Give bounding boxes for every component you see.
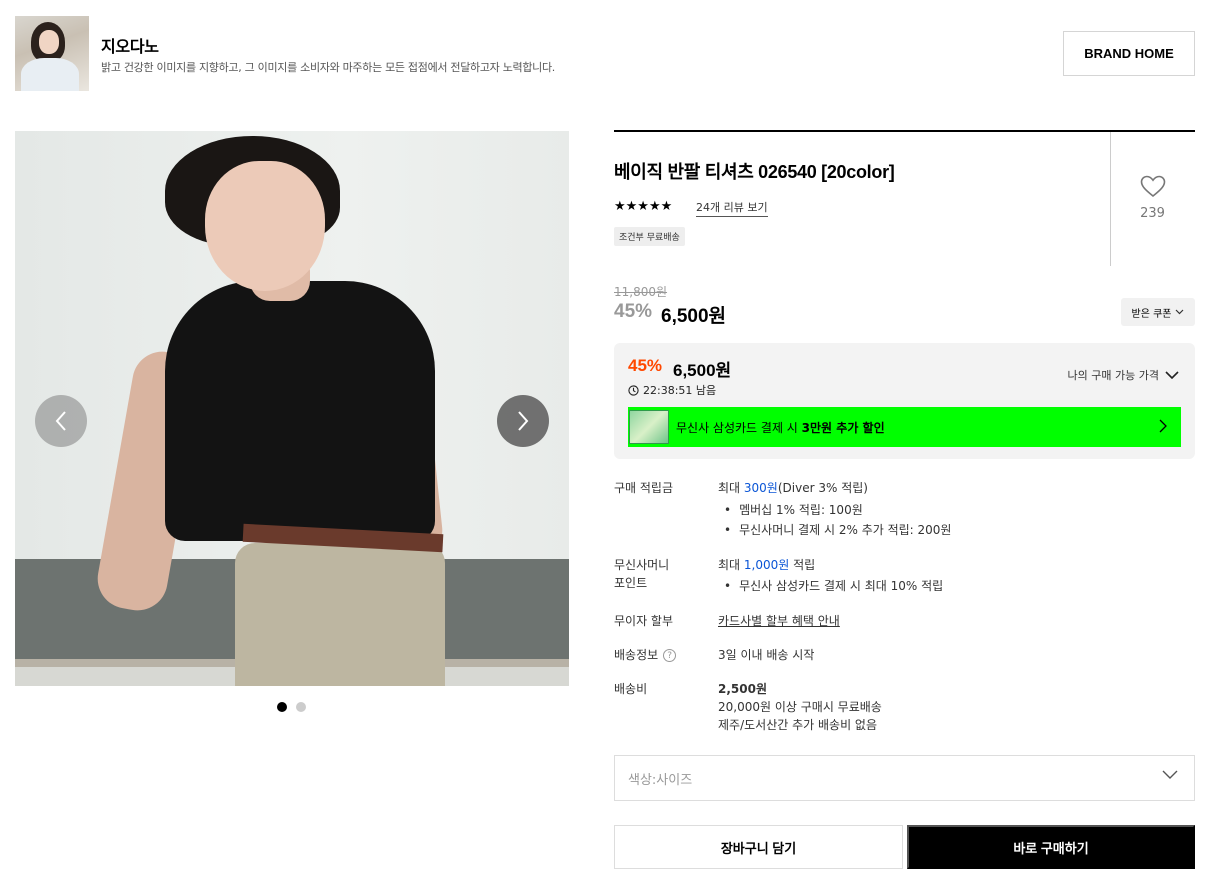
list-item: 무신사머니 결제 시 2% 추가 적립: 200원: [724, 521, 951, 539]
rating-stars: ★★★★★: [614, 199, 673, 214]
coupon-button-label: 받은 쿠폰: [1131, 308, 1172, 320]
countdown-timer: 22:38:51 남음: [628, 382, 716, 398]
product-image: [15, 131, 569, 686]
chevron-left-icon: [55, 411, 66, 431]
option-placeholder: 색상:사이즈: [628, 772, 693, 788]
brand-description: 밝고 건강한 이미지를 지향하고, 그 이미지를 소비자와 마주하는 모든 접점…: [101, 61, 555, 74]
help-icon[interactable]: ?: [663, 649, 677, 662]
chevron-right-icon: [1159, 419, 1167, 433]
chevron-right-icon: [518, 411, 529, 431]
clock-icon: [628, 384, 639, 396]
chevron-down-icon: [1176, 309, 1184, 315]
gallery-pagination: [277, 702, 306, 712]
card-promo-text: 무신사 삼성카드 결제 시 3만원 추가 할인: [676, 420, 885, 435]
installment-label: 무이자 할부: [614, 614, 674, 628]
delivery-value: 3일 이내 배송 시작: [718, 648, 815, 662]
delivery-label: 배송정보?: [614, 646, 677, 664]
prev-image-button[interactable]: [35, 395, 87, 447]
list-item: 무신사 삼성카드 결제 시 최대 10% 적립: [724, 577, 943, 595]
card-promo-banner[interactable]: 무신사 삼성카드 결제 시 3만원 추가 할인: [628, 407, 1181, 447]
gallery-dot[interactable]: [277, 702, 287, 712]
list-item: 멤버십 1% 적립: 100원: [724, 501, 863, 519]
money-value: 최대 1,000원 적립: [718, 558, 816, 572]
my-price-toggle[interactable]: 나의 구매 가능 가격: [1068, 367, 1179, 383]
installment-link[interactable]: 카드사별 할부 혜택 안내: [718, 612, 840, 630]
next-image-button[interactable]: [497, 395, 549, 447]
fee-condition: 20,000원 이상 구매시 무료배송: [718, 700, 882, 714]
add-to-cart-button[interactable]: 장바구니 담기: [614, 825, 903, 869]
my-price-label: 나의 구매 가능 가격: [1067, 369, 1159, 382]
review-link[interactable]: 24개 리뷰 보기: [696, 199, 768, 217]
timer-text: 22:38:51 남음: [643, 384, 717, 397]
divider: [1110, 132, 1111, 266]
original-price: 11,800원: [614, 285, 668, 299]
price-box: 45% 6,500원 22:38:51 남음 나의 구매 가능 가격 무신사 삼…: [614, 343, 1195, 459]
chevron-down-icon: [1165, 371, 1179, 379]
like-count: 239: [1140, 206, 1165, 221]
heart-icon: [1140, 175, 1165, 198]
sale-price: 6,500원: [661, 306, 727, 327]
card-promo-thumbnail: [629, 410, 669, 444]
divider: [614, 130, 1195, 132]
price-box-price: 6,500원: [673, 361, 732, 380]
fee-amount: 2,500원: [718, 682, 767, 696]
brand-home-button[interactable]: BRAND HOME: [1063, 31, 1195, 76]
shipping-badge: 조건부 무료배송: [614, 227, 685, 246]
fee-label: 배송비: [614, 682, 648, 696]
coupon-button[interactable]: 받은 쿠폰: [1121, 298, 1195, 326]
like-button[interactable]: 239: [1130, 175, 1175, 221]
fee-note: 제주/도서산간 추가 배송비 없음: [718, 718, 878, 732]
buy-now-button[interactable]: 바로 구매하기: [907, 825, 1195, 869]
points-value: 최대 300원(Diver 3% 적립): [718, 481, 868, 495]
discount-rate: 45%: [614, 301, 653, 322]
brand-name[interactable]: 지오다노: [101, 33, 159, 57]
product-title: 베이직 반팔 티셔츠 026540 [20color]: [614, 162, 895, 182]
price-box-discount-rate: 45%: [628, 356, 663, 375]
points-label: 구매 적립금: [614, 481, 674, 495]
brand-logo[interactable]: [15, 16, 89, 91]
gallery-dot[interactable]: [296, 702, 306, 712]
money-label: 무신사머니 포인트: [614, 558, 670, 590]
option-select[interactable]: 색상:사이즈: [614, 755, 1195, 801]
chevron-down-icon: [1162, 770, 1178, 779]
